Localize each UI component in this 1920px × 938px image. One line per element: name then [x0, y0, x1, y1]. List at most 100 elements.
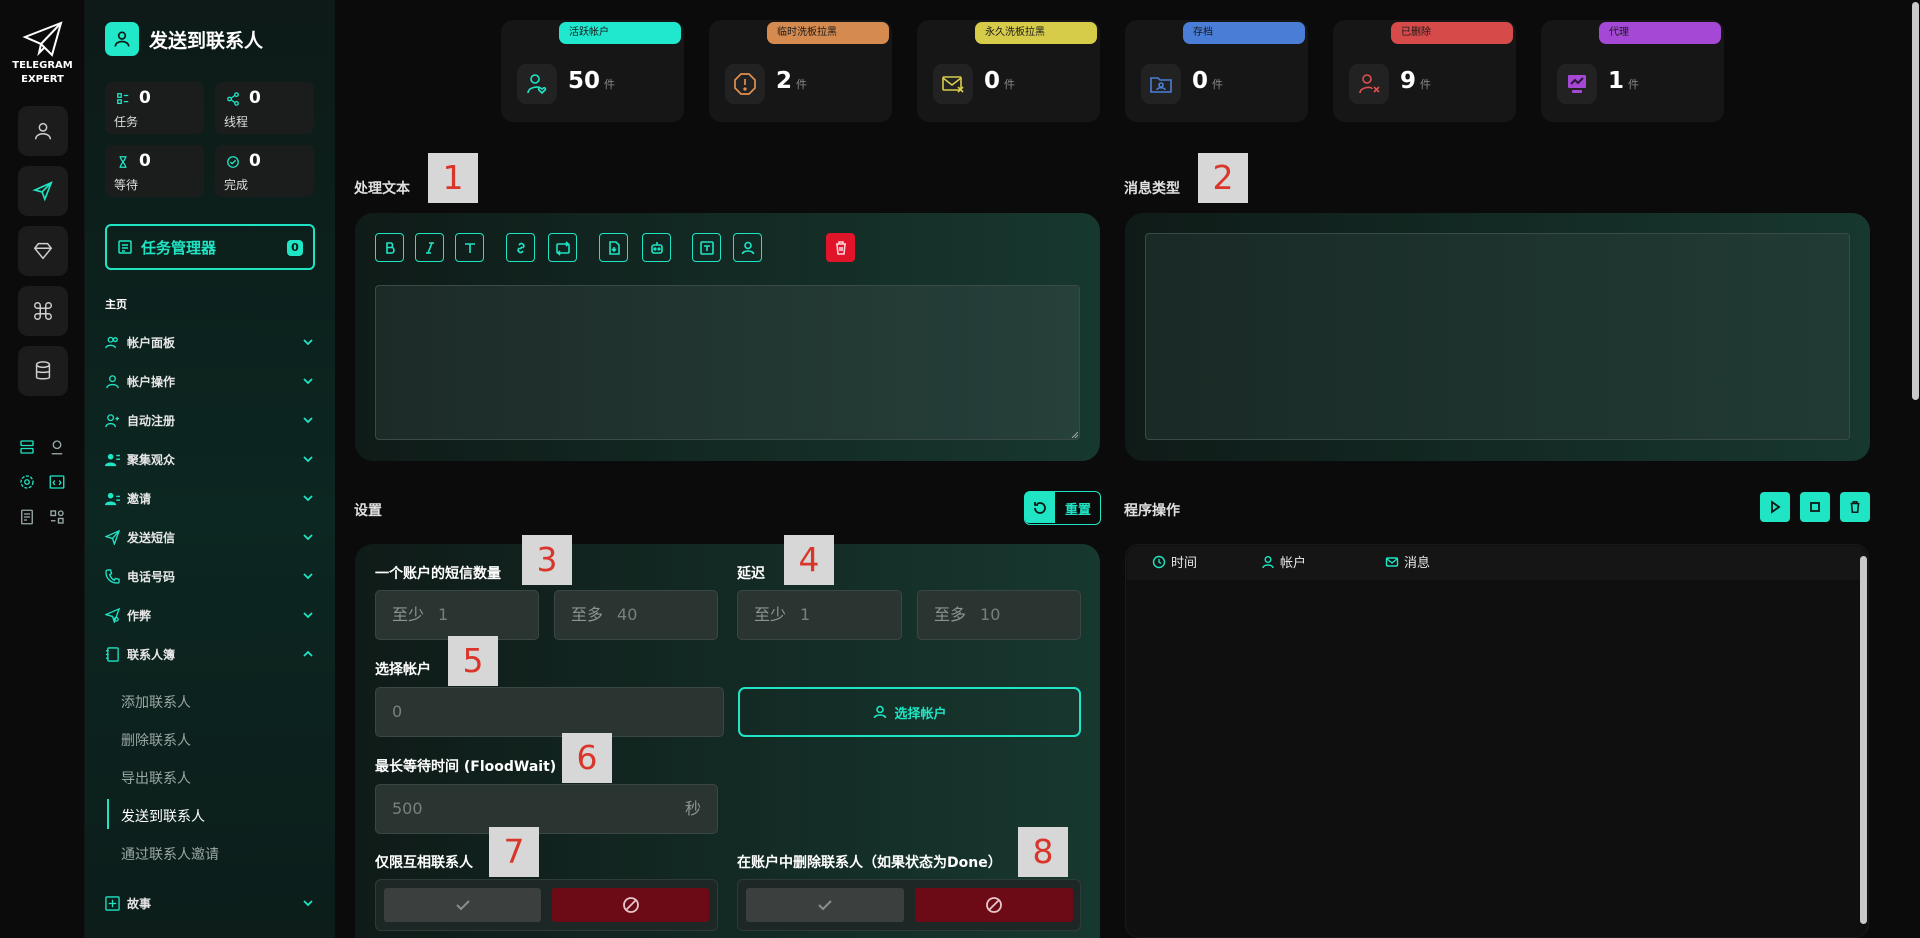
- mutual-only-no-button[interactable]: [552, 888, 709, 922]
- proxy-icon: [1568, 75, 1586, 93]
- sub-delete-contacts[interactable]: 删除联系人: [121, 730, 191, 750]
- clear-text-button[interactable]: [826, 233, 855, 262]
- play-icon: [1771, 500, 1781, 514]
- sub-invite-by-contacts[interactable]: 通过联系人邀请: [121, 844, 219, 864]
- rail-code-button[interactable]: [45, 470, 69, 494]
- nav-auto-register[interactable]: 自动注册: [105, 408, 315, 432]
- flood-wait-input[interactable]: 500 秒: [375, 784, 718, 834]
- sub-add-contacts[interactable]: 添加联系人: [121, 692, 191, 712]
- nav-invite[interactable]: 邀请: [105, 486, 315, 510]
- insert-bot-button[interactable]: [642, 233, 671, 262]
- sidebar: 发送到联系人 0 任务 0 线程 0 等待 0 完成 任务管理器 0 主页 帐户…: [85, 0, 335, 938]
- diamond-icon: [33, 242, 53, 260]
- task-manager-button[interactable]: 任务管理器 0: [105, 224, 315, 270]
- rail-command-button[interactable]: [18, 286, 68, 336]
- sms-max-input[interactable]: 至多 40: [554, 590, 718, 640]
- link-button[interactable]: [506, 233, 535, 262]
- stat-waiting: 0 等待: [105, 145, 204, 197]
- stop-button[interactable]: [1800, 492, 1830, 522]
- start-button[interactable]: [1760, 492, 1790, 522]
- user-icon: [1262, 555, 1274, 568]
- delay-max-input[interactable]: 至多 10: [917, 590, 1081, 640]
- delete-contacts-yes-button[interactable]: [746, 888, 904, 922]
- user-heart-icon: [527, 74, 547, 95]
- rail-server-button[interactable]: [15, 435, 39, 459]
- trash-icon: [1850, 500, 1860, 514]
- message-textarea[interactable]: [375, 285, 1080, 440]
- annotation-tag-3: 3: [522, 535, 572, 585]
- page-title: 发送到联系人: [149, 30, 264, 52]
- nav-account-panel[interactable]: 帐户面板: [105, 330, 315, 354]
- location-user-icon: [51, 440, 63, 455]
- log-panel: [1125, 544, 1869, 938]
- sms-min-input[interactable]: 至少 1: [375, 590, 539, 640]
- mutual-only-yes-button[interactable]: [384, 888, 541, 922]
- rotate-icon: [1034, 501, 1046, 514]
- server-icon: [20, 440, 34, 454]
- rail-settings-button[interactable]: [15, 470, 39, 494]
- log-col-account: 帐户: [1261, 552, 1306, 571]
- reset-button[interactable]: 重置: [1024, 491, 1101, 525]
- message-type-area[interactable]: [1145, 233, 1850, 440]
- delete-contacts-no-button[interactable]: [915, 888, 1073, 922]
- rail-send-button[interactable]: [18, 166, 68, 216]
- nav-gather-audience[interactable]: 聚集观众: [105, 447, 315, 471]
- mail-icon: [1385, 556, 1399, 567]
- chevron-down-icon: [303, 495, 313, 502]
- send-icon: [32, 181, 53, 202]
- insert-text-button[interactable]: [692, 233, 721, 262]
- rail-diamond-button[interactable]: [18, 226, 68, 276]
- text-section-label: 处理文本: [354, 181, 410, 197]
- clear-log-button[interactable]: [1840, 492, 1870, 522]
- italic-button[interactable]: [415, 233, 444, 262]
- mutual-only-toggle: [375, 879, 718, 931]
- send-gear-icon: [105, 607, 120, 623]
- log-scrollbar[interactable]: [1860, 556, 1867, 924]
- nav-account-actions[interactable]: 帐户操作: [105, 369, 315, 393]
- nav-story[interactable]: 故事: [105, 891, 315, 915]
- rail-modules-button[interactable]: [45, 505, 69, 529]
- stat-card-temp-ban: 临时洗板拉黑 2件: [709, 20, 892, 122]
- phone-icon: [105, 568, 120, 584]
- rail-database-button[interactable]: [18, 346, 68, 396]
- code-window-icon: [49, 475, 65, 489]
- program-ops-label: 程序操作: [1124, 503, 1180, 519]
- nav-phone-numbers[interactable]: 电话号码: [105, 564, 315, 588]
- resize-handle-icon[interactable]: [1070, 430, 1078, 438]
- delay-min-input[interactable]: 至少 1: [737, 590, 902, 640]
- message-type-label: 消息类型: [1124, 181, 1180, 197]
- nav-contacts-book[interactable]: 联系人簿: [105, 642, 315, 666]
- insert-file-button[interactable]: [599, 233, 628, 262]
- mail-x-icon: [942, 76, 964, 93]
- chevron-down-icon: [303, 573, 313, 580]
- chevron-down-icon: [303, 534, 313, 541]
- users-icon: [105, 336, 118, 348]
- nav-cheat[interactable]: 作弊: [105, 603, 315, 627]
- selected-account-count[interactable]: 0: [375, 687, 724, 737]
- spoiler-button[interactable]: [548, 233, 577, 262]
- document-icon: [21, 509, 33, 525]
- flood-wait-label: 最长等待时间 (FloodWait): [375, 759, 557, 775]
- trash-icon: [835, 240, 846, 255]
- page-scrollbar-thumb[interactable]: [1912, 2, 1919, 400]
- gear-icon: [20, 475, 34, 489]
- rail-document-button[interactable]: [15, 505, 39, 529]
- delete-contacts-toggle: [737, 879, 1081, 931]
- rail-accounts-button[interactable]: [18, 106, 68, 156]
- hourglass-icon: [119, 156, 127, 168]
- mutual-only-label: 仅限互相联系人: [375, 855, 473, 871]
- robot-icon: [650, 241, 663, 254]
- nav-send-sms[interactable]: 发送短信: [105, 525, 315, 549]
- stat-card-perm-ban: 永久洗板拉黑 0件: [917, 20, 1100, 122]
- chevron-down-icon: [303, 378, 313, 385]
- rail-location-button[interactable]: [45, 435, 69, 459]
- select-account-button[interactable]: 选择帐户: [738, 687, 1081, 737]
- select-account-label: 选择帐户: [375, 662, 431, 678]
- annotation-tag-5: 5: [448, 636, 498, 686]
- insert-user-button[interactable]: [733, 233, 762, 262]
- chevron-down-icon: [303, 456, 313, 463]
- sub-export-contacts[interactable]: 导出联系人: [121, 768, 191, 788]
- sub-send-to-contacts[interactable]: 发送到联系人: [121, 806, 205, 826]
- text-format-button[interactable]: [455, 233, 484, 262]
- bold-button[interactable]: [375, 233, 404, 262]
